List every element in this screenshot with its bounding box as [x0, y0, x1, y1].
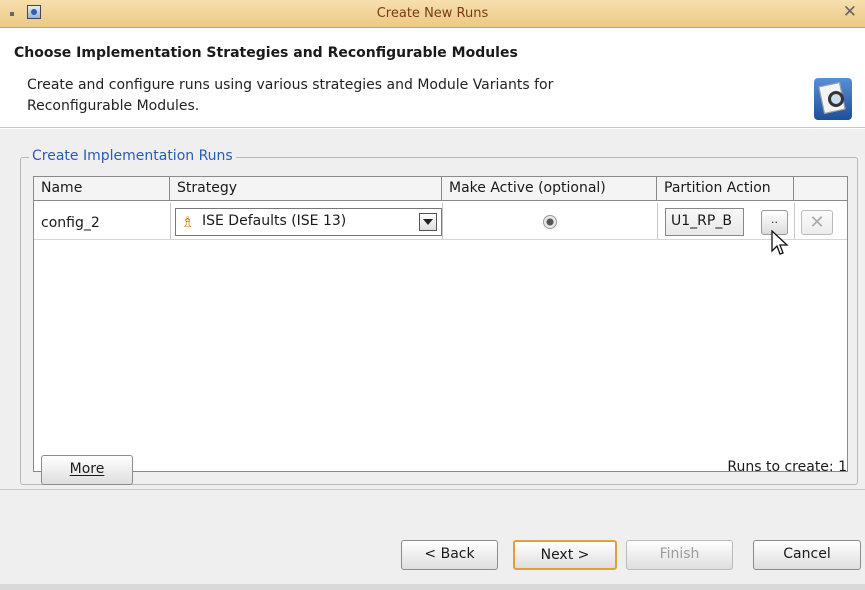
description-line-2: Reconfigurable Modules.: [27, 98, 200, 114]
more-button-label: More: [69, 461, 105, 477]
cancel-button[interactable]: Cancel: [753, 540, 861, 570]
runs-table: Name Strategy Make Active (optional) Par…: [33, 176, 848, 472]
window-title: Create New Runs: [376, 6, 489, 21]
close-icon[interactable]: ✕: [843, 2, 857, 22]
chevron-down-icon[interactable]: [419, 213, 437, 231]
run-name: config_2: [41, 215, 100, 231]
cell-divider: [794, 203, 795, 239]
make-active-radio[interactable]: [543, 215, 557, 229]
window-bottom-edge: [0, 584, 865, 590]
cell-divider: [657, 203, 658, 239]
cell-divider: [170, 203, 171, 239]
runs-to-create: Runs to create: 1: [727, 459, 847, 475]
cell-divider: [442, 203, 443, 239]
groupbox-title: Create Implementation Runs: [29, 148, 236, 164]
remove-run-button[interactable]: ✕: [801, 210, 833, 235]
magnifier-icon: [828, 91, 844, 107]
column-header-partition-action[interactable]: Partition Action: [657, 177, 794, 201]
strategy-value: ISE Defaults (ISE 13): [202, 213, 347, 229]
strategy-icon: ♗: [181, 213, 195, 231]
mouse-cursor-icon: [771, 230, 789, 255]
finish-button[interactable]: Finish: [626, 540, 733, 570]
description-line-1: Create and configure runs using various …: [27, 77, 554, 93]
wizard-icon: [814, 78, 852, 120]
next-button[interactable]: Next >: [513, 540, 617, 570]
column-header-make-active[interactable]: Make Active (optional): [442, 177, 657, 201]
strategy-dropdown[interactable]: ♗ ISE Defaults (ISE 13): [175, 208, 442, 236]
title-bar: Create New Runs ✕: [0, 0, 865, 28]
page-title: Choose Implementation Strategies and Rec…: [14, 45, 518, 61]
wizard-header: Choose Implementation Strategies and Rec…: [0, 28, 865, 128]
back-button[interactable]: < Back: [401, 540, 498, 570]
row-divider: [34, 239, 847, 240]
column-header-strategy[interactable]: Strategy: [170, 177, 442, 201]
footer-divider: [0, 489, 865, 490]
more-button[interactable]: More: [41, 455, 133, 485]
column-header-name[interactable]: Name: [34, 177, 170, 201]
column-header-actions: [794, 177, 847, 201]
partition-action-field[interactable]: U1_RP_B: [665, 208, 744, 236]
page-description: Create and configure runs using various …: [27, 75, 767, 117]
wizard-body: Create Implementation Runs Name Strategy…: [0, 129, 865, 590]
